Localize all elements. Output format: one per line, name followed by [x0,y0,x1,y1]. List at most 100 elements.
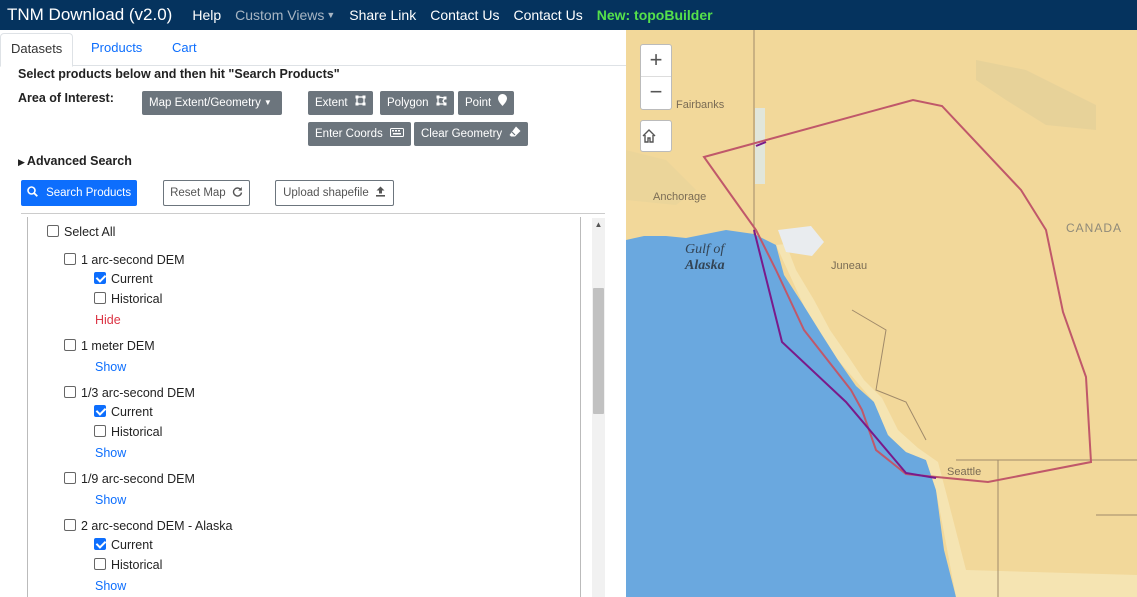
list-scrollbar[interactable]: ▲ [592,218,605,597]
zoom-in-icon[interactable]: + [641,45,671,77]
current-label: Current [111,405,153,419]
app-title[interactable]: TNM Download (v2.0) [0,5,172,25]
historical-checkbox[interactable] [94,425,106,437]
zoom-out-icon[interactable]: − [641,77,671,109]
eraser-icon [509,123,521,147]
dataset-label: 1/3 arc-second DEM [81,386,195,400]
nav-contact-us-2[interactable]: Contact Us [513,7,582,23]
scroll-up-arrow-icon[interactable]: ▲ [592,218,605,232]
current-option[interactable]: Current [94,272,153,286]
polygon-button[interactable]: Polygon [380,91,454,115]
scroll-thumb[interactable] [593,288,604,414]
polygon-button-label: Polygon [387,97,429,109]
dataset-item[interactable]: 1 meter DEM [64,339,155,353]
map-extent-dropdown-label: Map Extent/Geometry [149,97,261,109]
upload-shapefile-label: Upload shapefile [283,187,369,199]
historical-label: Historical [111,558,163,572]
map-extent-dropdown[interactable]: Map Extent/Geometry ▼ [142,91,282,115]
divider [21,213,605,214]
current-option[interactable]: Current [94,405,153,419]
extent-button-label: Extent [315,97,348,109]
home-icon[interactable] [640,120,672,152]
nav-contact-us[interactable]: Contact Us [430,7,499,23]
show-toggle-link[interactable]: Show [95,446,126,460]
historical-label: Historical [111,425,163,439]
dataset-label: 1 arc-second DEM [81,253,185,267]
select-all-checkbox[interactable] [47,225,59,237]
dataset-label: 1 meter DEM [81,339,155,353]
map-label-canada: CANADA [1066,221,1123,235]
point-button[interactable]: Point [458,91,515,115]
map-label-seattle: Seattle [947,466,982,478]
nav-custom-views[interactable]: Custom Views ▼ [235,7,335,23]
map-label-anchorage: Anchorage [653,191,707,203]
current-checkbox[interactable] [94,538,106,550]
extent-button[interactable]: Extent [308,91,373,115]
historical-checkbox[interactable] [94,292,106,304]
zoom-control: + − [640,44,672,110]
dataset-item[interactable]: 2 arc-second DEM - Alaska [64,519,232,533]
reset-map-button[interactable]: Reset Map [163,180,250,206]
nav-topobuilder[interactable]: New: topoBuilder [597,7,713,23]
nav-custom-views-label: Custom Views [235,7,325,23]
select-all-label: Select All [64,225,116,239]
enter-coords-button-label: Enter Coords [315,128,383,140]
current-checkbox[interactable] [94,272,106,284]
enter-coords-button[interactable]: Enter Coords [308,122,411,146]
map-view[interactable]: + − Fairbanks Anchorage Gulf of Alaska J… [626,30,1137,597]
reset-map-label: Reset Map [170,187,226,199]
nav-share-link[interactable]: Share Link [349,7,416,23]
tab-bar: Datasets Products Cart [0,33,626,67]
dataset-item[interactable]: 1/3 arc-second DEM [64,386,195,400]
dataset-item[interactable]: 1/9 arc-second DEM [64,472,195,486]
current-option[interactable]: Current [94,538,153,552]
instructions-text: Select products below and then hit "Sear… [18,67,340,81]
tab-datasets[interactable]: Datasets [0,33,74,67]
search-products-button[interactable]: Search Products [21,180,137,206]
historical-option[interactable]: Historical [94,425,162,439]
dataset-checkbox[interactable] [64,519,76,531]
current-label: Current [111,272,153,286]
dataset-checkbox[interactable] [64,339,76,351]
dataset-checkbox[interactable] [64,253,76,265]
map-label-gulf-of: Gulf of [685,242,725,257]
map-label-juneau: Juneau [831,260,868,272]
show-toggle-link[interactable]: Show [95,493,126,507]
map-label-alaska: Alaska [685,258,725,273]
historical-option[interactable]: Historical [94,292,162,306]
top-navbar: TNM Download (v2.0) Help Custom Views ▼ S… [0,0,1137,30]
historical-checkbox[interactable] [94,558,106,570]
advanced-search-toggle[interactable]: ▶ Advanced Search [18,154,132,168]
dataset-label: 1/9 arc-second DEM [81,472,195,486]
area-of-interest-label: Area of Interest: [18,91,114,105]
extent-icon [355,92,366,116]
historical-label: Historical [111,292,163,306]
tab-products[interactable]: Products [81,33,152,66]
select-all-row[interactable]: Select All [47,225,115,239]
dataset-checkbox[interactable] [64,472,76,484]
left-panel: Datasets Products Cart Select products b… [0,30,626,597]
show-toggle-link[interactable]: Show [95,579,126,593]
dataset-list[interactable]: Select All 1 arc-second DEM Current Hist… [27,217,581,597]
search-icon [27,186,46,199]
hide-toggle-link[interactable]: Hide [95,313,121,327]
dataset-checkbox[interactable] [64,386,76,398]
point-button-label: Point [465,97,492,109]
clear-geometry-button[interactable]: Clear Geometry [414,122,529,147]
dataset-item[interactable]: 1 arc-second DEM [64,253,185,267]
current-label: Current [111,538,153,552]
chevron-down-icon: ▼ [263,98,272,107]
show-toggle-link[interactable]: Show [95,360,126,374]
tab-cart[interactable]: Cart [162,33,207,66]
chevron-down-icon: ▼ [326,10,336,20]
refresh-icon [229,187,243,199]
historical-option[interactable]: Historical [94,558,162,572]
current-checkbox[interactable] [94,405,106,417]
upload-shapefile-button[interactable]: Upload shapefile [275,180,394,206]
caret-right-icon: ▶ [18,157,25,167]
clear-geometry-button-label: Clear Geometry [421,128,503,140]
nav-help[interactable]: Help [192,7,221,23]
keyboard-icon [389,123,404,147]
search-products-label: Search Products [46,187,132,199]
map-basemap [626,30,1137,597]
